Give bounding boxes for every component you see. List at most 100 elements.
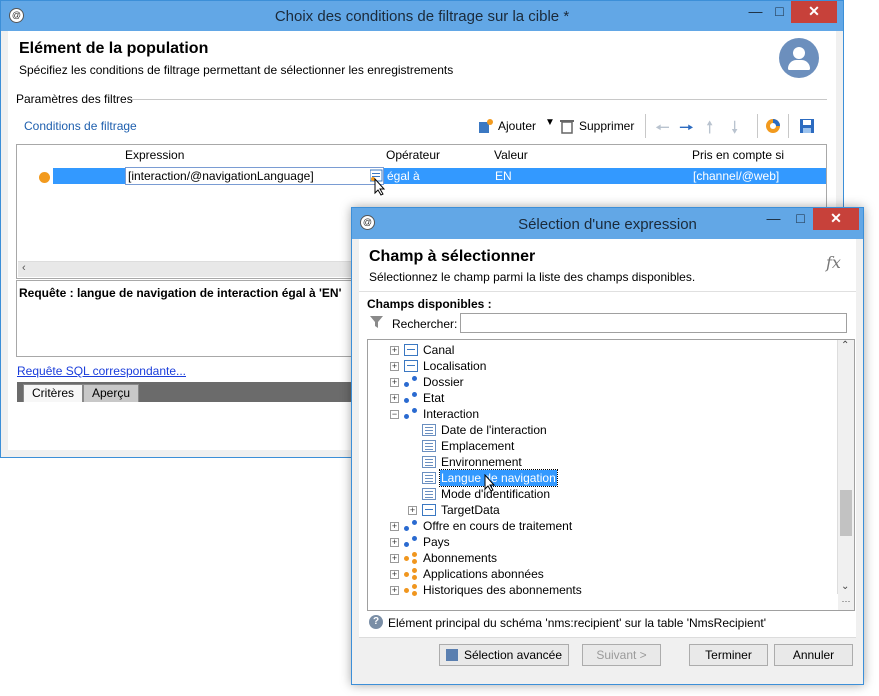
add-button[interactable]: Ajouter — [498, 119, 536, 133]
cancel-button[interactable]: Annuler — [774, 644, 853, 666]
tree-item-label: Date de l'interaction — [441, 423, 547, 437]
save-icon[interactable] — [799, 118, 815, 134]
tree-item[interactable]: + Canal — [368, 342, 838, 358]
tree-item[interactable]: Date de l'interaction — [368, 422, 838, 438]
field-icon — [422, 504, 436, 516]
add-icon[interactable] — [478, 118, 494, 134]
tree-item[interactable]: Mode d'identification — [368, 486, 838, 502]
tree-item[interactable]: + Dossier — [368, 374, 838, 390]
link-icon — [404, 408, 418, 420]
expression-input[interactable]: [interaction/@navigationLanguage] — [125, 167, 384, 185]
expand-icon[interactable]: + — [390, 522, 399, 531]
tab-preview[interactable]: Aperçu — [83, 384, 140, 402]
fields-tree[interactable]: + Canal + Localisation + Dossier + Etat − Interac… — [367, 339, 855, 611]
link-icon — [404, 536, 418, 548]
query-text: Requête : langue de navigation de intera… — [19, 286, 342, 300]
link-icon — [404, 520, 418, 532]
expand-icon[interactable]: + — [390, 586, 399, 595]
search-input[interactable] — [460, 313, 847, 333]
scroll-down-icon[interactable]: ⌄ — [841, 581, 849, 592]
tree-item[interactable]: + Offre en cours de traitement — [368, 518, 838, 534]
toolbar-separator-3 — [788, 114, 789, 138]
section-label: Paramètres des filtres — [16, 92, 133, 106]
cell-condition[interactable]: [channel/@web] — [693, 169, 779, 183]
tree-item[interactable]: + Etat — [368, 390, 838, 406]
expression-selection-dialog: @ Sélection d'une expression — □ ✕ Champ… — [351, 207, 864, 685]
tree-item[interactable]: + Abonnements — [368, 550, 838, 566]
tree-item-label: Etat — [423, 391, 445, 405]
main-window-title: Choix des conditions de filtrage sur la … — [274, 8, 570, 25]
arrow-left-icon[interactable]: 🠔 — [655, 115, 670, 144]
dialog-close-button[interactable]: ✕ — [813, 208, 859, 230]
expand-icon[interactable]: + — [390, 570, 399, 579]
collapse-icon[interactable]: − — [390, 410, 399, 419]
filter-icon — [370, 315, 386, 331]
tree-item-label: Dossier — [423, 375, 464, 389]
dialog-content: Champ à sélectionner Sélectionnez le cha… — [359, 239, 856, 677]
tree-item[interactable]: + Applications abonnées — [368, 566, 838, 582]
tree-item-label: Interaction — [423, 407, 480, 421]
sql-query-link[interactable]: Requête SQL correspondante... — [17, 364, 186, 378]
expand-icon[interactable]: + — [390, 538, 399, 547]
info-icon: ? — [369, 615, 383, 629]
arrow-up-icon[interactable]: 🠕 — [706, 115, 713, 144]
cell-value[interactable]: EN — [495, 169, 512, 183]
tree-item[interactable]: + Historiques des abonnements — [368, 582, 838, 598]
tree-options-icon[interactable]: ⋯ — [838, 594, 854, 610]
schema-info-text: Elément principal du schéma 'nms:recipie… — [388, 616, 766, 630]
cell-operator[interactable]: égal à — [387, 169, 420, 183]
expand-icon[interactable]: + — [390, 554, 399, 563]
tree-item[interactable]: − Interaction — [368, 406, 838, 422]
column-header-condition[interactable]: Pris en compte si — [692, 148, 784, 162]
scrollbar-thumb[interactable] — [840, 490, 852, 536]
available-fields-label: Champs disponibles : — [367, 297, 492, 311]
scroll-left-icon[interactable]: ‹ — [22, 262, 26, 274]
maximize-button[interactable]: □ — [765, 1, 794, 23]
expand-icon[interactable]: + — [390, 394, 399, 403]
arrow-right-icon[interactable]: 🠖 — [679, 115, 694, 144]
advanced-selection-button[interactable]: Sélection avancée — [439, 644, 569, 666]
dialog-minimize-button[interactable]: — — [759, 208, 788, 230]
tree-vertical-scrollbar[interactable]: ⌃ ⌄ — [837, 340, 854, 594]
trash-icon[interactable] — [559, 118, 575, 134]
mouse-cursor-icon — [374, 177, 386, 199]
page-subtitle: Spécifiez les conditions de filtrage per… — [19, 63, 454, 77]
scroll-up-icon[interactable]: ⌃ — [841, 340, 849, 351]
tree-item-label: Langue de navigation — [439, 469, 558, 487]
dialog-header-divider — [359, 291, 856, 292]
expand-icon[interactable]: + — [390, 362, 399, 371]
tree-item-label: Canal — [423, 343, 455, 357]
distribution-icon[interactable] — [765, 118, 781, 134]
expand-icon[interactable]: + — [390, 378, 399, 387]
close-button[interactable]: ✕ — [791, 1, 837, 23]
main-title-bar[interactable]: @ Choix des conditions de filtrage sur l… — [1, 1, 843, 31]
toolbar-separator-2 — [757, 114, 758, 138]
tree-item[interactable]: Langue de navigation — [368, 469, 838, 487]
tree-item-label: Localisation — [423, 359, 487, 373]
tree-item[interactable]: + Localisation — [368, 358, 838, 374]
tree-item[interactable]: + Pays — [368, 534, 838, 550]
tree-item-label: Emplacement — [441, 439, 515, 453]
next-button[interactable]: Suivant > — [582, 644, 661, 666]
dialog-title-bar[interactable]: @ Sélection d'une expression — □ ✕ — [352, 208, 863, 239]
column-header-value[interactable]: Valeur — [494, 148, 528, 162]
tree-item[interactable]: Emplacement — [368, 438, 838, 454]
expand-icon[interactable]: + — [408, 506, 417, 515]
column-header-expression[interactable]: Expression — [125, 148, 184, 162]
column-header-operator[interactable]: Opérateur — [386, 148, 440, 162]
collection-icon — [404, 584, 418, 596]
expand-icon[interactable]: + — [390, 346, 399, 355]
arrow-down-icon[interactable]: 🠗 — [731, 115, 738, 144]
field-icon — [404, 344, 418, 356]
tree-item[interactable]: Environnement — [368, 454, 838, 470]
finish-button[interactable]: Terminer — [689, 644, 768, 666]
add-dropdown-icon[interactable]: ▼ — [545, 117, 555, 128]
list-icon — [422, 440, 436, 452]
tree-item[interactable]: + TargetData — [368, 502, 838, 518]
delete-button[interactable]: Supprimer — [579, 119, 634, 133]
function-icon[interactable]: fx — [826, 253, 841, 272]
dialog-maximize-button[interactable]: □ — [786, 208, 815, 230]
link-icon — [404, 376, 418, 388]
tab-criteria[interactable]: Critères — [23, 384, 84, 402]
section-divider — [132, 99, 827, 100]
